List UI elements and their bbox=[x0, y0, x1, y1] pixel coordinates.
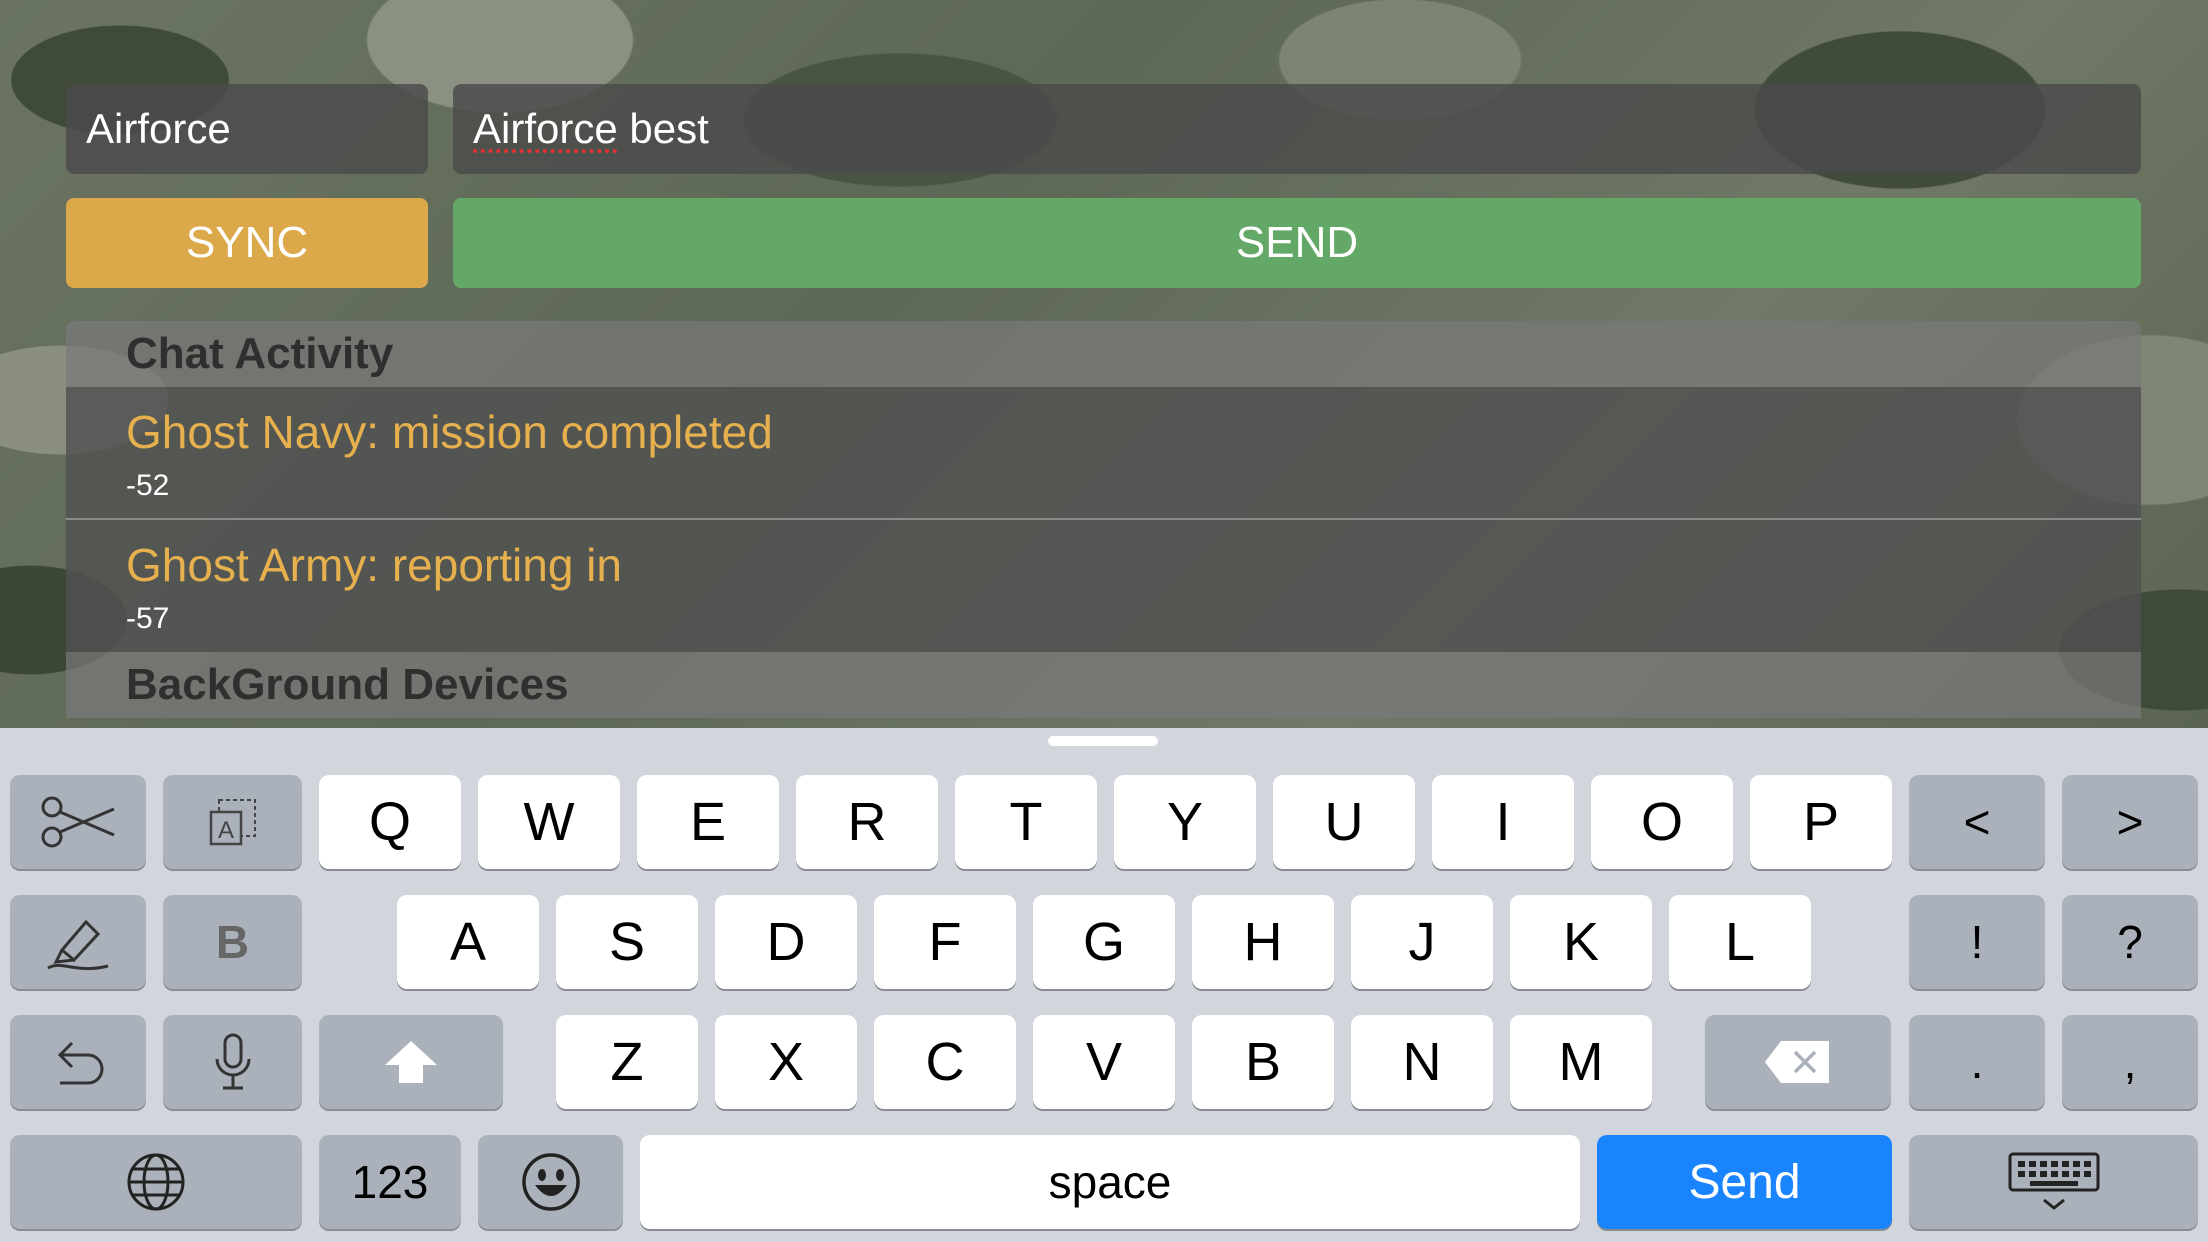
shift-key[interactable] bbox=[319, 1015, 503, 1109]
key-y[interactable]: Y bbox=[1114, 775, 1256, 869]
key-m[interactable]: M bbox=[1510, 1015, 1652, 1109]
shift-icon bbox=[385, 1041, 437, 1083]
dismiss-keyboard-icon bbox=[2008, 1152, 2099, 1210]
globe-icon bbox=[127, 1153, 185, 1211]
key-b[interactable]: B bbox=[1192, 1015, 1334, 1109]
keyboard-drag-handle[interactable] bbox=[1048, 736, 1158, 746]
scissors-icon bbox=[41, 796, 115, 848]
message-field[interactable]: Airforce best bbox=[453, 84, 2141, 174]
key-f[interactable]: F bbox=[874, 895, 1016, 989]
key-r[interactable]: R bbox=[796, 775, 938, 869]
left-arrow-key[interactable]: < bbox=[1909, 775, 2045, 869]
key-x[interactable]: X bbox=[715, 1015, 857, 1109]
key-a[interactable]: A bbox=[397, 895, 539, 989]
key-p[interactable]: P bbox=[1750, 775, 1892, 869]
message-misspelled-word: Airforce bbox=[473, 105, 618, 152]
chat-item[interactable]: Ghost Navy: mission completed -52 bbox=[66, 387, 2141, 519]
chat-activity-header: Chat Activity bbox=[66, 321, 2141, 387]
chat-item-signal: -57 bbox=[126, 602, 170, 635]
key-n[interactable]: N bbox=[1351, 1015, 1493, 1109]
key-l[interactable]: L bbox=[1669, 895, 1811, 989]
backspace-icon bbox=[1765, 1041, 1829, 1083]
globe-key[interactable] bbox=[10, 1135, 302, 1229]
chat-item[interactable]: Ghost Army: reporting in -57 bbox=[66, 520, 2141, 652]
svg-text:A: A bbox=[217, 817, 233, 844]
send-button[interactable]: SEND bbox=[453, 198, 2141, 288]
dictation-key[interactable] bbox=[163, 1015, 302, 1109]
key-u[interactable]: U bbox=[1273, 775, 1415, 869]
return-send-key[interactable]: Send bbox=[1597, 1135, 1892, 1229]
key-w[interactable]: W bbox=[478, 775, 620, 869]
background-devices-header: BackGround Devices bbox=[66, 652, 2141, 718]
undo-key[interactable] bbox=[10, 1015, 146, 1109]
dismiss-keyboard-key[interactable] bbox=[1909, 1135, 2198, 1229]
right-arrow-key[interactable]: > bbox=[2062, 775, 2198, 869]
message-rest: best bbox=[617, 105, 709, 152]
marker-icon bbox=[47, 919, 109, 971]
key-i[interactable]: I bbox=[1432, 775, 1574, 869]
numbers-key[interactable]: 123 bbox=[319, 1135, 461, 1229]
cut-key[interactable] bbox=[10, 775, 146, 869]
paste-key[interactable]: A bbox=[163, 775, 302, 869]
emoji-key[interactable] bbox=[478, 1135, 623, 1229]
key-t[interactable]: T bbox=[955, 775, 1097, 869]
key-h[interactable]: H bbox=[1192, 895, 1334, 989]
microphone-icon bbox=[215, 1033, 250, 1090]
key-e[interactable]: E bbox=[637, 775, 779, 869]
emoji-icon bbox=[521, 1153, 580, 1211]
space-key[interactable]: space bbox=[640, 1135, 1580, 1229]
keyboard: A Q W E R T Y U I O P < > B A S D F G H … bbox=[0, 728, 2208, 1242]
exclamation-key[interactable]: ! bbox=[1909, 895, 2045, 989]
chat-item-signal: -52 bbox=[126, 469, 170, 502]
chat-item-text: Ghost Army: reporting in bbox=[126, 539, 622, 591]
sync-button[interactable]: SYNC bbox=[66, 198, 428, 288]
undo-icon bbox=[57, 1041, 104, 1085]
name-field-value: Airforce bbox=[86, 105, 231, 152]
question-key[interactable]: ? bbox=[2062, 895, 2198, 989]
key-d[interactable]: D bbox=[715, 895, 857, 989]
key-z[interactable]: Z bbox=[556, 1015, 698, 1109]
key-s[interactable]: S bbox=[556, 895, 698, 989]
backspace-key[interactable] bbox=[1705, 1015, 1891, 1109]
key-v[interactable]: V bbox=[1033, 1015, 1175, 1109]
bold-key[interactable]: B bbox=[163, 895, 302, 989]
activity-panel: Chat Activity Ghost Navy: mission comple… bbox=[66, 321, 2141, 728]
key-q[interactable]: Q bbox=[319, 775, 461, 869]
key-k[interactable]: K bbox=[1510, 895, 1652, 989]
comma-key[interactable]: , bbox=[2062, 1015, 2198, 1109]
period-key[interactable]: . bbox=[1909, 1015, 2045, 1109]
key-g[interactable]: G bbox=[1033, 895, 1175, 989]
markup-key[interactable] bbox=[10, 895, 146, 989]
key-o[interactable]: O bbox=[1591, 775, 1733, 869]
key-j[interactable]: J bbox=[1351, 895, 1493, 989]
name-field[interactable]: Airforce bbox=[66, 84, 428, 174]
key-c[interactable]: C bbox=[874, 1015, 1016, 1109]
paste-icon: A bbox=[209, 799, 256, 846]
chat-item-text: Ghost Navy: mission completed bbox=[126, 406, 773, 458]
